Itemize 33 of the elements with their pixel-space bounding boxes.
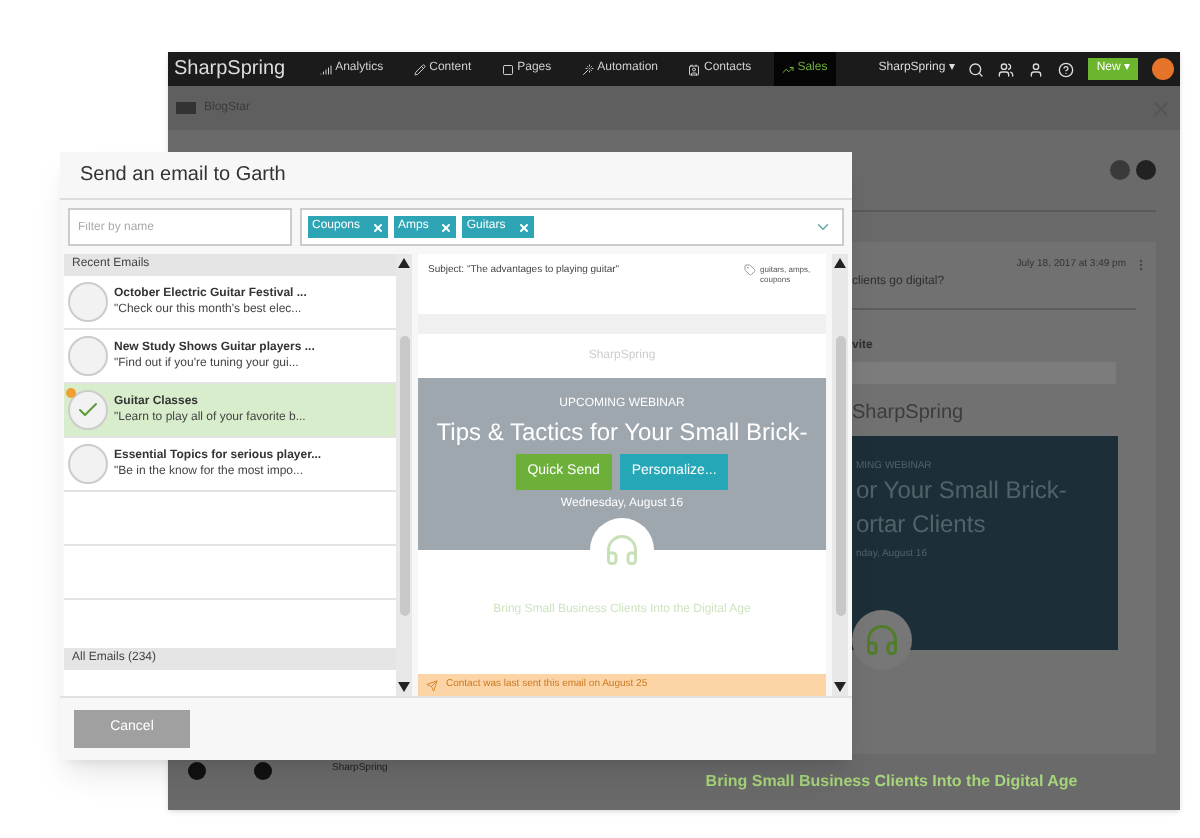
blog-icon [176,102,196,114]
email-thumbnail [68,282,108,322]
tag-icon [744,264,756,276]
avatar [254,762,272,780]
remove-icon[interactable] [372,221,385,233]
nav-icon [413,63,426,75]
nav-icon [501,63,514,75]
logo[interactable]: SharpSpring [174,54,286,84]
remove-icon[interactable] [440,221,453,233]
dropdown-caret-icon[interactable] [814,218,832,236]
user-icon[interactable] [1028,61,1045,77]
people-icon[interactable] [998,61,1015,77]
scrollbar[interactable] [832,254,848,696]
paper-plane-icon [426,679,438,691]
remove-icon[interactable] [517,221,530,233]
scroll-up-arrow-icon[interactable] [398,258,410,268]
webinar-title: Bring Small Business Clients Into the Digital Age [705,770,1078,794]
avatar [188,762,206,780]
scroll-down-arrow-icon[interactable] [398,682,410,692]
help-icon[interactable] [1058,61,1075,77]
check-icon [68,390,108,430]
email-thumbnail [68,444,108,484]
scroll-down-arrow-icon[interactable] [834,682,846,692]
nav-icon [781,63,794,75]
dialog-title: Send an email to Garth [80,162,286,190]
scrollbar[interactable] [396,254,412,696]
banner-headline: Tips & Tactics for Your Small Brick- [436,416,808,450]
nav-icon [319,63,332,75]
email-thumbnail [68,336,108,376]
avatar[interactable] [1152,58,1174,80]
search-icon[interactable] [968,61,985,77]
scroll-up-arrow-icon[interactable] [834,258,846,268]
nav-icon [688,63,700,75]
